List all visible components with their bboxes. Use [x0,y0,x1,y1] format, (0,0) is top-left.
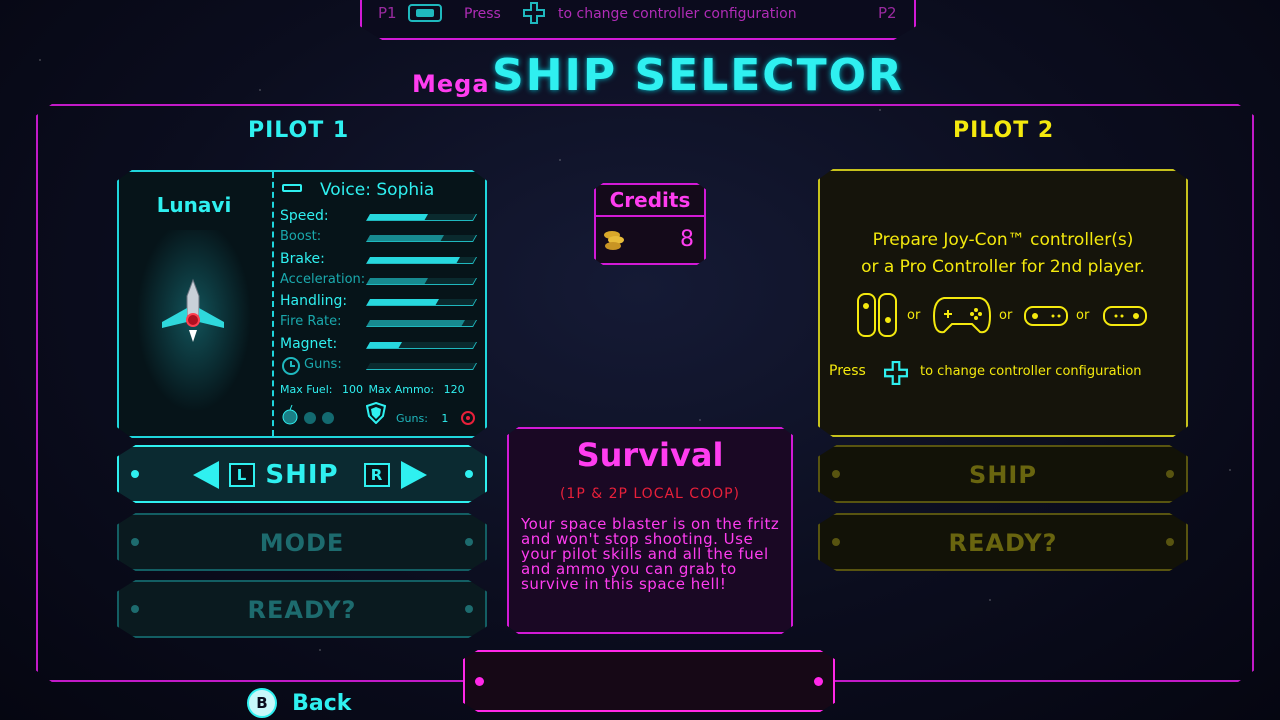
stat-label: Speed: [280,208,329,224]
credits-label: Credits [596,185,704,217]
stat-bar [365,363,478,371]
mode-button[interactable]: MODE [117,513,487,571]
pilot2-line1: Prepare Joy-Con™ controller(s) [872,230,1134,250]
guns-count-label: Guns: [396,412,428,425]
stat-row: Brake: [280,249,480,270]
voice-icon [282,184,302,192]
controller-icon [408,4,442,22]
stat-label: Handling: [280,293,348,310]
p2-label: P2 [878,4,897,22]
target-icon [461,411,475,425]
mode-button-label: MODE [259,529,345,557]
ready-button-label: READY? [247,596,357,624]
r-button-icon: R [364,463,390,487]
stat-label: Brake: [280,250,325,267]
stat-label: Acceleration: [280,271,366,287]
guns-count-row: Guns: 1 [396,412,448,425]
stat-bar [365,299,478,307]
max-ammo-value: 120 [443,383,465,396]
stat-bar [365,341,478,349]
pilot2-config-hint: to change controller configuration [920,364,1142,379]
stat-bar [365,214,478,221]
status-box [463,650,835,712]
card-divider [272,172,274,436]
stat-bar [365,320,478,328]
bomb-slot-icon [322,412,334,424]
stat-label: Guns: [304,357,342,373]
pilot2-line2: or a Pro Controller for 2nd player. [861,257,1145,277]
ship-name: Lunavi [156,193,232,217]
pilot2-ship-button[interactable]: SHIP [818,445,1188,503]
stat-row: Handling: [280,291,480,312]
dpad-icon [523,2,545,24]
coin-stack-icon [604,231,624,250]
pilot2-ready-label: READY? [948,529,1058,557]
bomb-icon [282,404,298,425]
bomb-slot-icon [304,412,316,424]
stat-row: Magnet: [280,334,480,355]
ship-select-button[interactable]: L SHIP R [117,445,487,503]
joycon-right-sideways-icon [1103,306,1147,326]
page-title: SHIP SELECTOR [492,50,904,101]
pilot2-label: PILOT 2 [953,118,1055,143]
pilot1-label: PILOT 1 [248,118,350,143]
max-fuel-row: Max Fuel: 100 Max Ammo: 120 [280,383,465,396]
press-label: Press [464,6,501,22]
voice-label: Voice: Sophia [320,180,435,200]
spaceship-icon [162,278,224,342]
stat-bar [365,256,478,264]
stats-list: Speed: Boost: Brake: Acceleration: Handling:… [280,206,480,376]
config-hint: to change controller configuration [558,6,797,22]
clock-icon [282,357,300,375]
pilot2-press-label: Press [829,363,866,379]
stat-bar [365,235,478,243]
pilot1-ready-button[interactable]: READY? [117,580,487,638]
stat-label: Boost: [280,229,322,245]
max-fuel-value: 100 [341,383,363,396]
stat-label: Fire Rate: [280,314,342,330]
arrow-right-icon[interactable] [401,461,427,489]
title-prefix: Mega [412,70,490,98]
or-label: or [999,308,1013,323]
l-button-icon: L [229,463,255,487]
joycon-left-sideways-icon [1024,306,1068,326]
max-ammo-label: Max Ammo: [368,383,435,396]
max-fuel-label: Max Fuel: [280,383,333,396]
mode-title: Survival [576,436,724,474]
pro-controller-icon [932,297,992,334]
stat-label: Magnet: [280,335,338,352]
arrow-left-icon[interactable] [193,461,219,489]
b-button-icon: B [247,688,277,718]
mode-description: Your space blaster is on the fritz and w… [521,515,780,593]
p1-label: P1 [378,4,397,22]
or-label: or [1076,308,1090,323]
pilot2-ready-button[interactable]: READY? [818,513,1188,571]
controller-config-bar: P1 Press to change controller configurat… [360,0,916,40]
stat-bar [365,277,478,285]
stat-row: Speed: [280,206,480,227]
or-label: or [907,308,921,323]
stat-row: Guns: [280,355,480,376]
back-button[interactable]: B Back [247,688,351,718]
credits-value: 8 [680,227,694,252]
stat-row: Fire Rate: [280,312,480,333]
joycon-pair-icon [857,293,897,337]
stat-row: Acceleration: [280,270,480,291]
mode-subtitle: (1P & 2P LOCAL COOP) [559,486,741,502]
pilot2-ship-label: SHIP [969,461,1037,489]
pilot2-instructions: Prepare Joy-Con™ controller(s) or a Pro … [818,227,1188,281]
guns-count-value: 1 [441,412,449,425]
ship-button-label: SHIP [265,460,339,490]
dpad-icon [884,361,908,385]
credits-panel: Credits 8 [594,183,706,265]
shield-icon [366,402,386,424]
stat-row: Boost: [280,227,480,248]
back-label: Back [292,690,352,716]
